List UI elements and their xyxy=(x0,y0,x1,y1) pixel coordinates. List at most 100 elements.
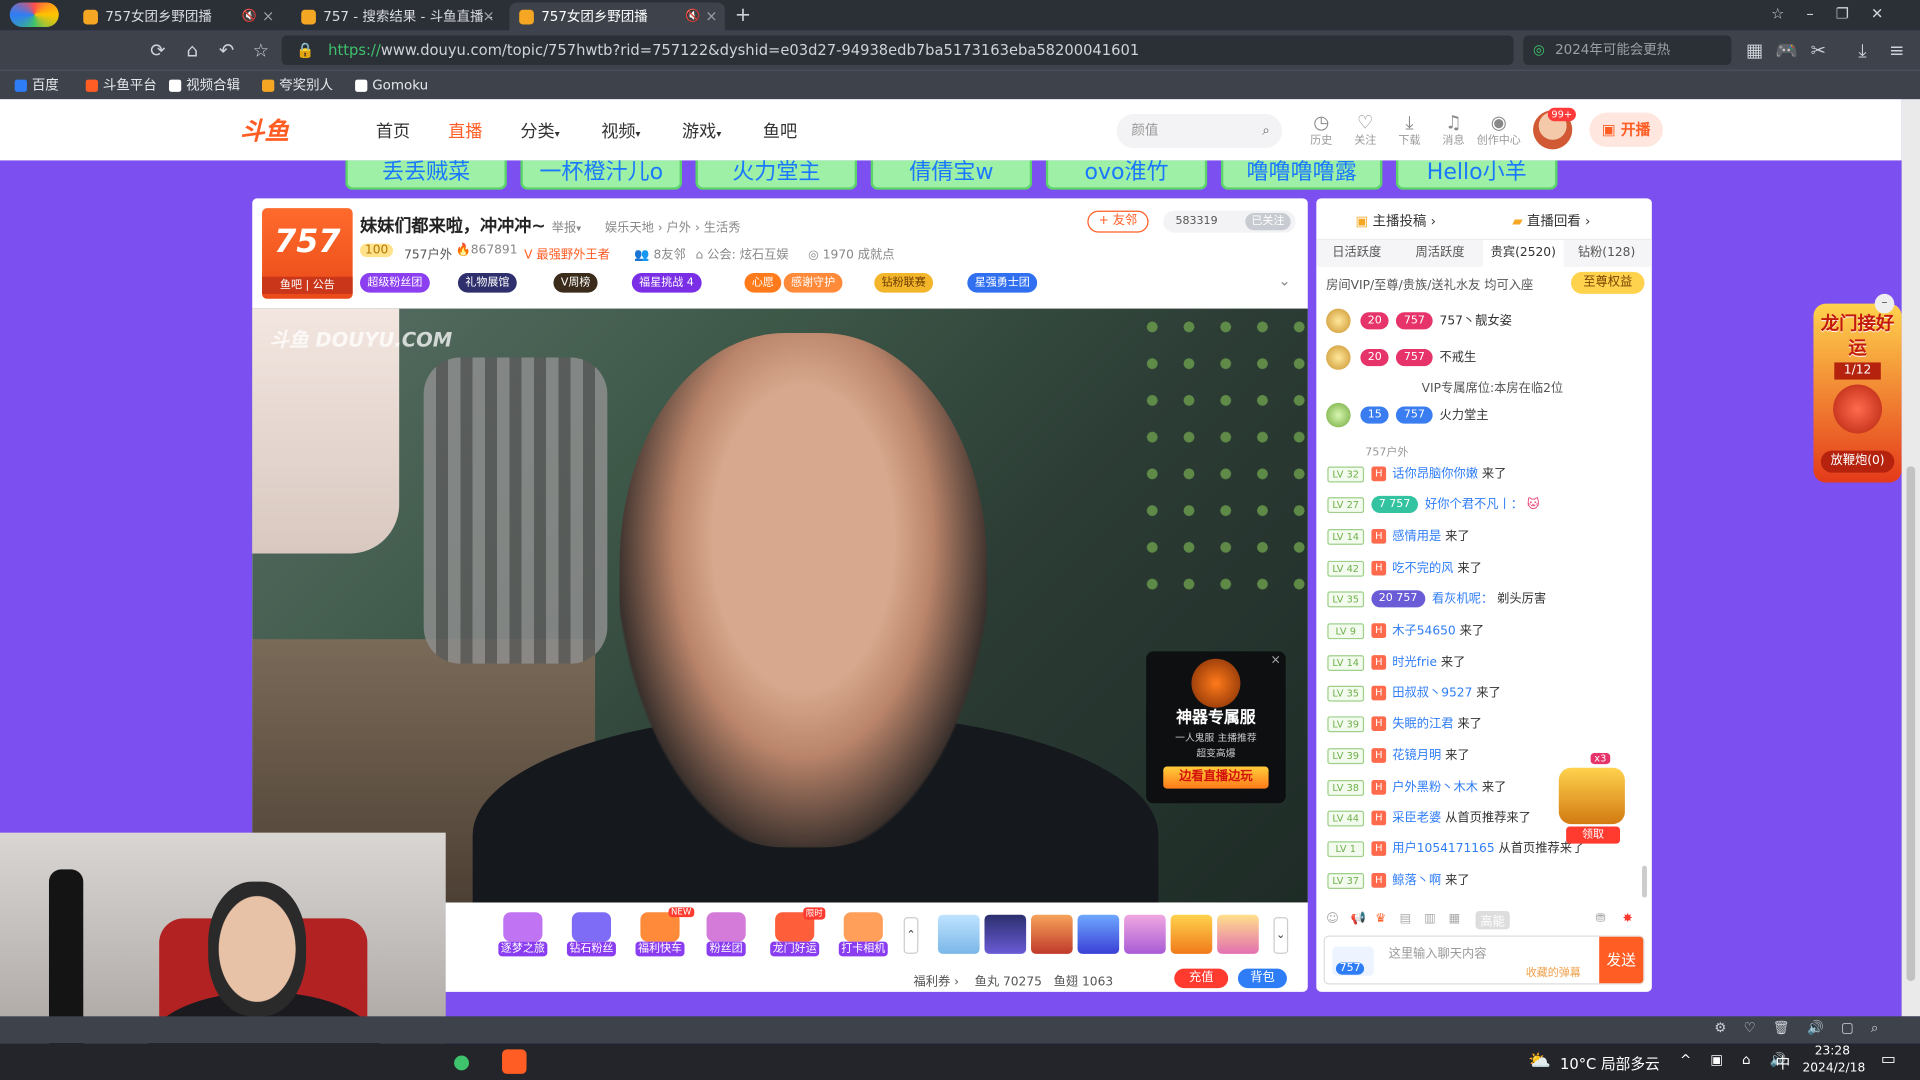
clock-time[interactable]: 23:28 xyxy=(1815,1044,1850,1057)
chat-user-name[interactable]: 木子54650 xyxy=(1392,624,1455,637)
chat-user-name[interactable]: 失眠的江君 xyxy=(1392,718,1453,731)
firecracker-button[interactable]: 放鞭炮(0) xyxy=(1820,450,1895,473)
guild-info[interactable]: ⌂ 公会: 炫石互娱 xyxy=(696,244,789,262)
page-scrollbar[interactable] xyxy=(1901,99,1920,1017)
chat-user-name[interactable]: 花镜月明 xyxy=(1392,749,1441,762)
notification-icon[interactable]: ▭ xyxy=(1881,1051,1896,1069)
gift-item-3[interactable] xyxy=(1031,914,1073,954)
recharge-button[interactable]: 充值 xyxy=(1174,968,1229,989)
gift-welfare-train[interactable]: 福利快车 xyxy=(629,912,690,959)
chat-user-name[interactable]: 时光frie xyxy=(1392,656,1437,669)
tab-3-active[interactable]: 757女团乡野团播 🔇 × xyxy=(509,2,725,31)
chat-user-name[interactable]: 好你个君不凡丨： xyxy=(1425,498,1523,511)
chat-user-name[interactable]: 吃不完的风 xyxy=(1392,562,1453,575)
clock-date[interactable]: 2024/2/18 xyxy=(1802,1062,1865,1075)
room-category[interactable]: 娱乐天地 › 户外 › 生活秀 xyxy=(605,217,741,235)
gift-effect-icon[interactable]: ✸ xyxy=(1622,912,1632,925)
chat-user-name[interactable]: 鲸落丶啊 xyxy=(1392,874,1441,887)
nav-home[interactable]: 首页 xyxy=(376,119,410,143)
anchor-name[interactable]: 757户外 xyxy=(404,244,452,262)
download-icon[interactable]: ⤓ xyxy=(1849,37,1876,64)
restore-icon[interactable]: ❐ xyxy=(1836,5,1871,22)
tab-diamond-fans[interactable]: 钻粉(128) xyxy=(1566,240,1647,267)
saved-danmaku-link[interactable]: 收藏的弹幕 xyxy=(1526,964,1581,979)
megaphone-icon[interactable]: 📢 xyxy=(1351,912,1366,925)
bookmark-douyu[interactable]: 斗鱼平台 xyxy=(85,75,157,97)
gift-diamond-fan[interactable]: 钻石粉丝 xyxy=(561,912,622,959)
cut-icon[interactable]: ✂ xyxy=(1805,37,1832,64)
gift-scroll-down-icon[interactable]: ⌄ xyxy=(1273,917,1289,954)
play-game-button[interactable]: 边看直播边玩 xyxy=(1163,766,1269,789)
room-logo-sub[interactable]: 鱼吧 | 公告 xyxy=(262,276,353,294)
vip-rights-button[interactable]: 至尊权益 xyxy=(1571,271,1645,294)
vip-rank-row[interactable]: 20 757 不戒生 xyxy=(1326,345,1476,372)
tab-weekly-activity[interactable]: 周活跃度 xyxy=(1400,240,1481,267)
gift-item-5[interactable] xyxy=(1124,914,1166,954)
gift-dream-journey[interactable]: 逐梦之旅 xyxy=(492,912,553,959)
douyu-logo[interactable]: 斗鱼 xyxy=(240,115,318,147)
chat-input[interactable]: 757 这里输入聊天内容 收藏的弹幕 发送 xyxy=(1323,935,1645,985)
high-energy-button[interactable]: 高能 xyxy=(1475,911,1510,930)
home-icon[interactable]: ⌂ xyxy=(179,37,206,64)
tab-vip[interactable]: 贵宾(2520) xyxy=(1482,240,1564,267)
close-window-icon[interactable]: ✕ xyxy=(1871,5,1905,22)
download-button[interactable]: ⤓ 下载 xyxy=(1391,111,1428,148)
extensions-icon[interactable]: ▦ xyxy=(1741,37,1768,64)
chat-user-name[interactable]: 感情用是 xyxy=(1392,530,1441,543)
douyu-taskbar-icon[interactable] xyxy=(502,1049,527,1074)
report-link[interactable]: 举报 xyxy=(552,222,576,235)
bookmark-baidu[interactable]: 百度 xyxy=(14,75,59,97)
url-field[interactable]: 🔒 https://www.douyu.com/topic/757hwtb?rid… xyxy=(281,35,1514,65)
treasure-chest-icon[interactable] xyxy=(1558,767,1625,825)
follower-count[interactable]: 583319 已关注 xyxy=(1163,210,1296,233)
chip-weekly-rank[interactable]: V周榜 xyxy=(553,273,598,293)
video-player[interactable]: 斗鱼 DOUYU.COM × 神器专属服 一人鬼服 主播推荐 超变高爆 边看直播边… xyxy=(252,308,1308,903)
coupon-link[interactable]: 福利券 › xyxy=(913,976,959,989)
game-icon[interactable]: 🎮 xyxy=(1773,37,1800,64)
scrollbar-thumb[interactable] xyxy=(1906,466,1916,981)
chip-super-fans[interactable]: 超级粉丝团 xyxy=(360,273,430,293)
undo-icon[interactable]: ↶ xyxy=(213,37,240,64)
chip-guardian[interactable]: 感谢守护 xyxy=(783,273,843,293)
gift-item-4[interactable] xyxy=(1077,914,1120,954)
ime-indicator[interactable]: 中 xyxy=(1776,1052,1791,1073)
search-icon[interactable]: ⌕ xyxy=(1262,114,1270,148)
guard-icon[interactable]: ▥ xyxy=(1424,912,1436,925)
fan-badge-icon[interactable]: ▤ xyxy=(1400,912,1412,925)
chat-user-name[interactable]: 话你昂脑你你嫩 xyxy=(1392,468,1478,481)
anchor-posts-link[interactable]: ▣ 主播投稿 › xyxy=(1356,211,1437,231)
nav-category[interactable]: 分类▾ xyxy=(520,119,559,143)
chip-wish[interactable]: 心愿 xyxy=(744,273,782,293)
new-tab-button[interactable]: + xyxy=(735,2,751,25)
site-search-input[interactable]: 颜值 ⌕ xyxy=(1116,113,1283,149)
chat-user-name[interactable]: 户外黑粉丶木木 xyxy=(1392,781,1478,794)
game-ad-popup[interactable]: × 神器专属服 一人鬼服 主播推荐 超变高爆 边看直播边玩 xyxy=(1146,651,1286,804)
mute-icon[interactable]: 🔇 xyxy=(242,2,257,30)
tab-1[interactable]: 757女团乡野团播 🔇 × xyxy=(73,2,281,30)
tab-daily-activity[interactable]: 日活跃度 xyxy=(1316,240,1397,267)
vip-rank-row[interactable]: 15 757 火力堂主 xyxy=(1326,402,1489,430)
gift-item-1[interactable] xyxy=(937,914,980,954)
nav-live[interactable]: 直播 xyxy=(448,119,482,143)
chat-scrollbar[interactable] xyxy=(1642,865,1647,898)
chat-user-name[interactable]: 采臣老婆 xyxy=(1392,812,1441,825)
replay-link[interactable]: ▰ 直播回看 › xyxy=(1512,211,1590,231)
chip-diamond-league[interactable]: 钻粉联赛 xyxy=(874,273,934,293)
refresh-icon[interactable]: ⟳ xyxy=(144,37,171,64)
minimize-icon[interactable]: – xyxy=(1806,5,1835,22)
gift-item-7[interactable] xyxy=(1217,914,1259,954)
bookmark-videos[interactable]: 视频合辑 xyxy=(168,75,240,97)
room-avatar[interactable]: 757 鱼吧 | 公告 xyxy=(262,208,353,299)
gift-scroll-up-icon[interactable]: ⌃ xyxy=(903,917,919,954)
creator-button[interactable]: ◉ 创作中心 xyxy=(1474,111,1523,148)
chat-user-name[interactable]: 田叔叔丶9527 xyxy=(1392,687,1472,700)
claim-treasure-button[interactable]: 领取 xyxy=(1566,826,1621,844)
chip-lucky-star[interactable]: 福星挑战 4 xyxy=(631,273,702,293)
gift-item-2[interactable] xyxy=(984,914,1027,954)
gift-checkin-camera[interactable]: 打卡相机 xyxy=(833,912,894,959)
backpack-button[interactable]: 背包 xyxy=(1237,968,1287,989)
collapse-icon[interactable]: – xyxy=(1874,293,1895,314)
dragon-luck-promo[interactable]: – 龙门接好运 1/12 放鞭炮(0) xyxy=(1813,293,1902,483)
crown-icon[interactable]: ♛ xyxy=(1375,912,1386,925)
follow-button[interactable]: ♡ 关注 xyxy=(1347,111,1384,148)
